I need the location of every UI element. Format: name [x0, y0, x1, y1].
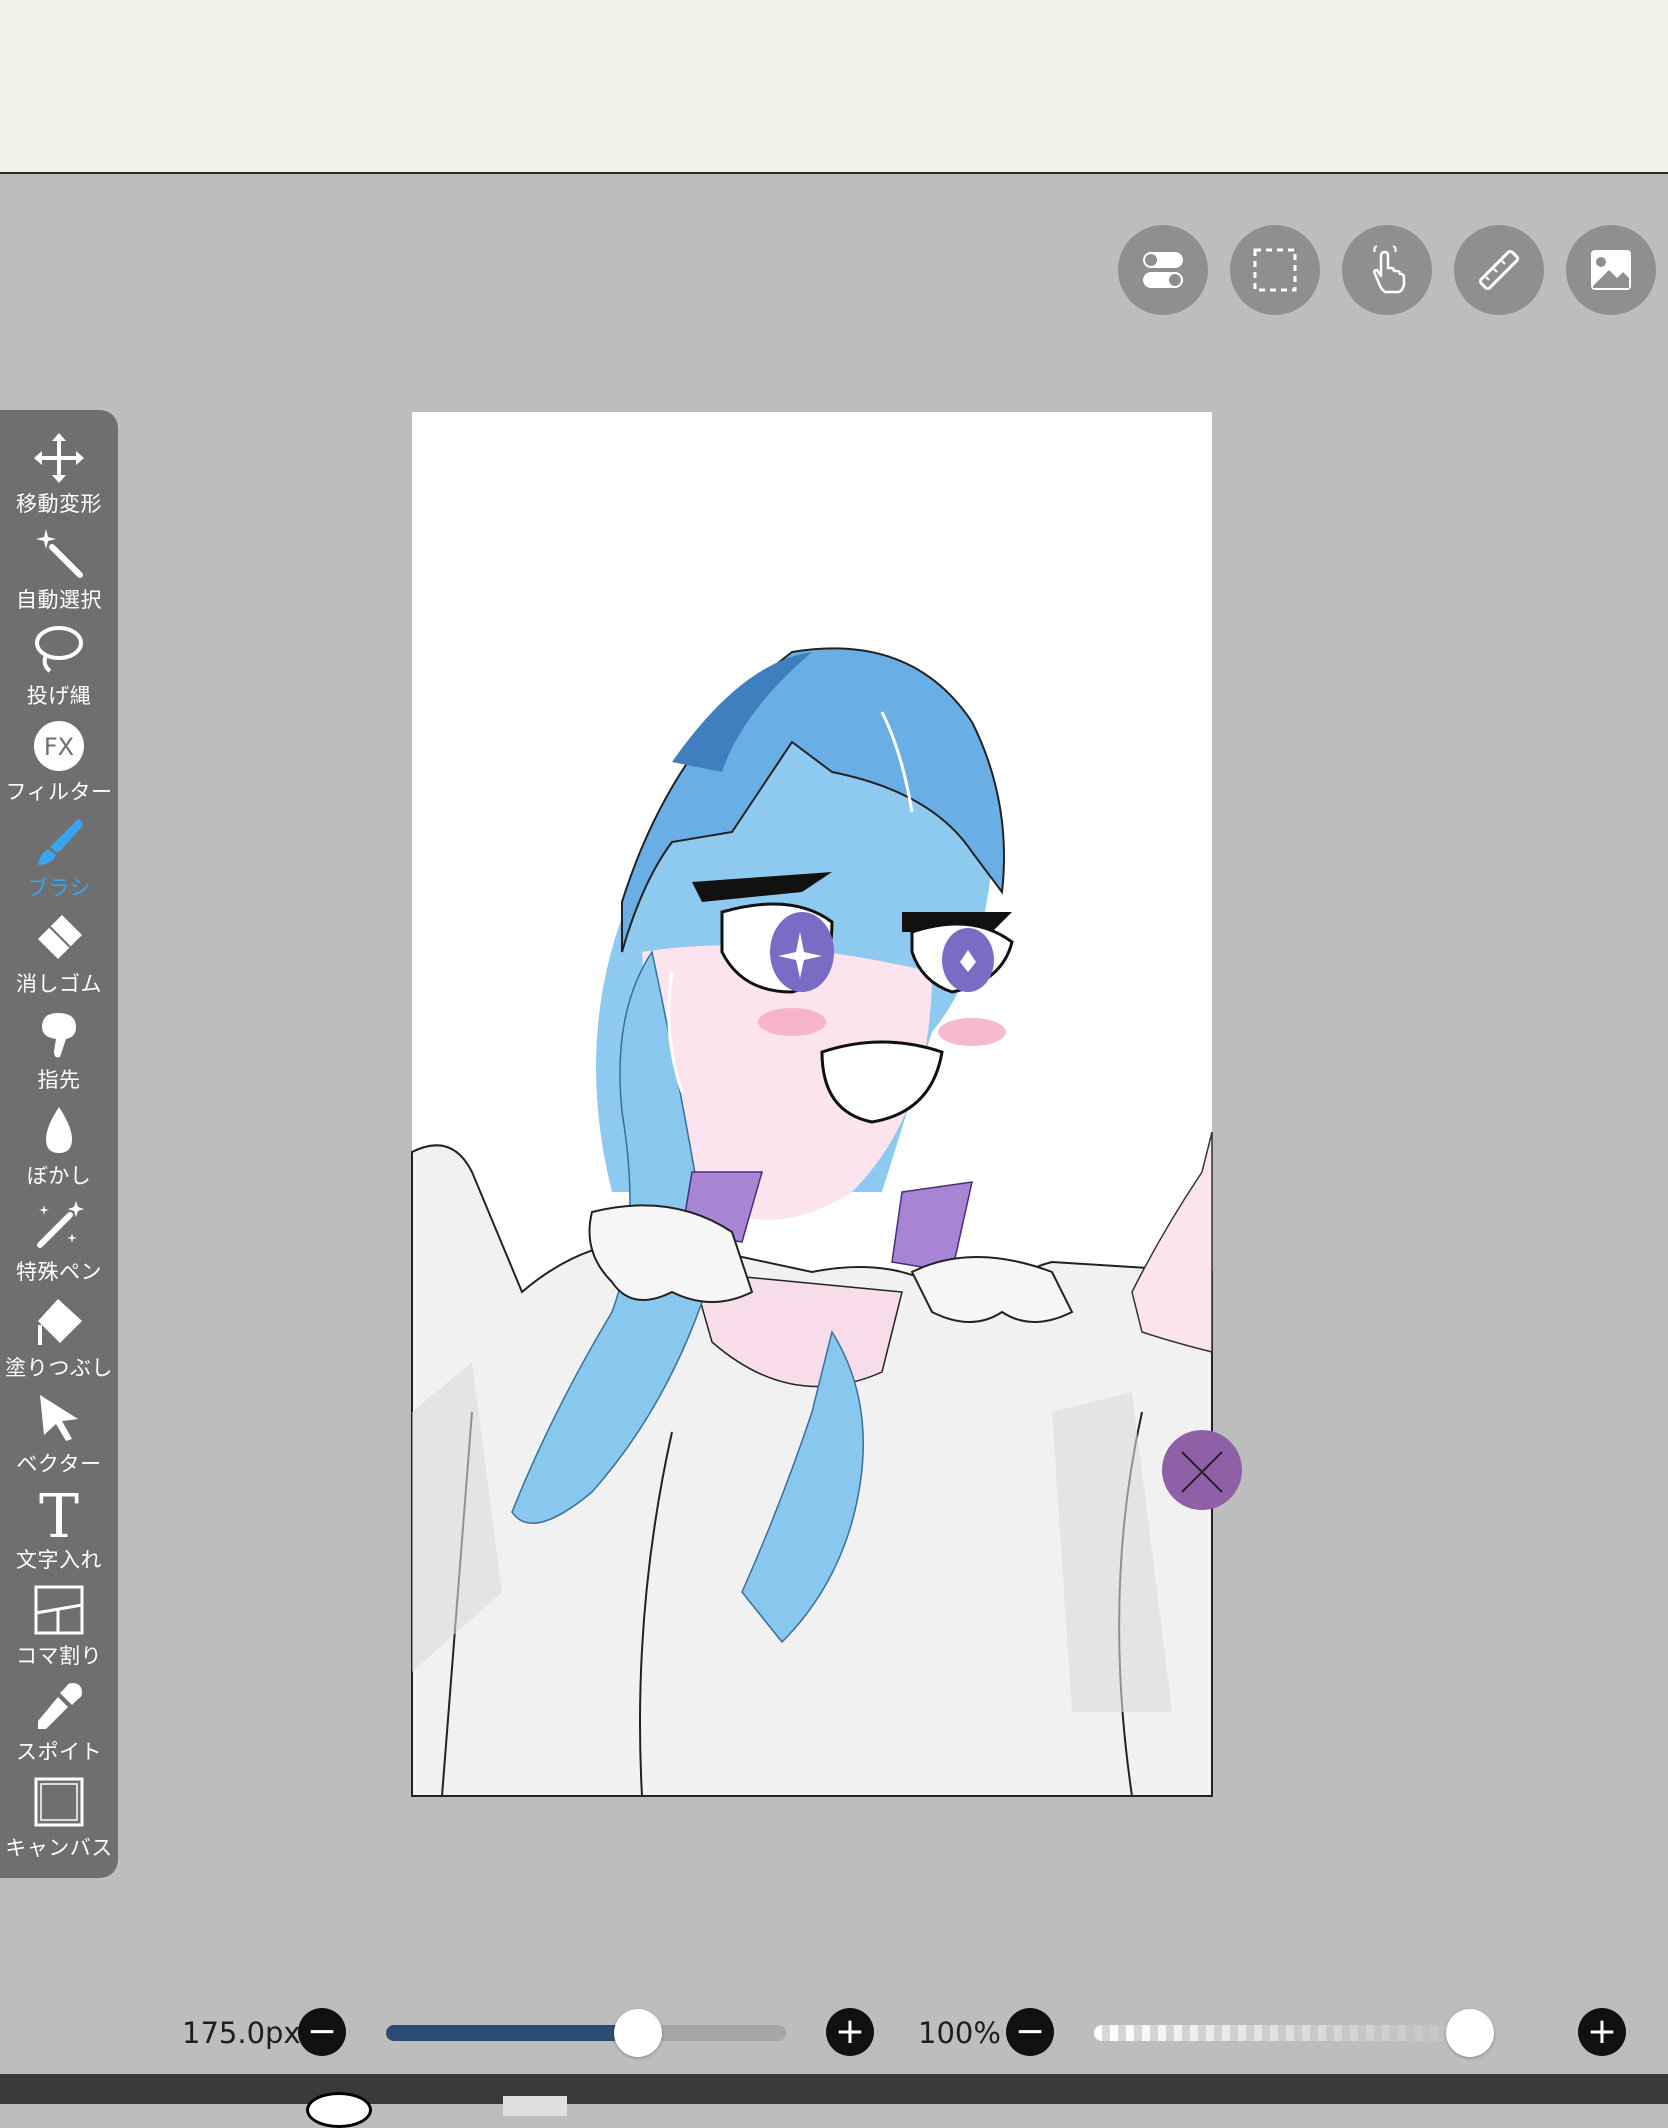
text-tool-glyph: T: [39, 1487, 79, 1541]
minus-icon: −: [306, 2011, 338, 2052]
tool-label: ベクター: [16, 1452, 102, 1476]
blur-drop-icon: [46, 1107, 72, 1153]
drawing-canvas[interactable]: [411, 412, 1242, 1797]
tool-fill[interactable]: 塗りつぶし: [0, 1294, 118, 1390]
selection-icon: [1253, 248, 1297, 292]
hand-gesture-icon: [1373, 245, 1406, 294]
ruler-button[interactable]: [1454, 225, 1544, 315]
tool-canvas[interactable]: キャンバス: [0, 1774, 118, 1870]
text-icon: T: [39, 1487, 79, 1541]
brush-size-decrease-button[interactable]: −: [298, 2008, 346, 2056]
tool-label: 特殊ペン: [16, 1260, 102, 1284]
move-transform-icon: [34, 433, 84, 483]
minus-icon: −: [1014, 2011, 1046, 2052]
lasso-icon: [35, 626, 83, 673]
top-bar: [0, 0, 1668, 174]
image-layer-button[interactable]: [1566, 225, 1656, 315]
tool-auto-select[interactable]: 自動選択: [0, 526, 118, 622]
fx-text: FX: [44, 733, 74, 761]
canvas-icon: [34, 1777, 84, 1827]
brush-opacity-label: 100%: [918, 2016, 1001, 2050]
bottom-toolbar: [0, 2074, 1668, 2104]
tool-label: ブラシ: [26, 876, 92, 900]
brush-opacity-decrease-button[interactable]: −: [1006, 2008, 1054, 2056]
fill-bucket-icon: [38, 1299, 82, 1345]
brush-size-slider-thumb[interactable]: [614, 2009, 662, 2057]
tool-label: 移動変形: [16, 492, 102, 516]
tool-move-transform[interactable]: 移動変形: [0, 430, 118, 526]
tool-label: キャンバス: [5, 1836, 113, 1860]
tool-label: コマ割り: [16, 1644, 102, 1668]
fx-filter-icon: FX: [34, 721, 84, 771]
tool-label: 自動選択: [16, 588, 102, 612]
tool-label: ぼかし: [26, 1164, 92, 1188]
tool-label: 文字入れ: [16, 1548, 102, 1572]
tool-label: 消しゴム: [16, 972, 102, 996]
brush-size-slider-fill: [386, 2025, 638, 2041]
tool-lasso[interactable]: 投げ縄: [0, 622, 118, 718]
toggle-settings-button[interactable]: [1118, 225, 1208, 315]
brush-size-increase-button[interactable]: +: [826, 2008, 874, 2056]
tool-special-pen[interactable]: 特殊ペン: [0, 1198, 118, 1294]
eraser-icon: [38, 915, 82, 959]
eyedropper-icon: [38, 1683, 82, 1729]
character-illustration: [411, 647, 1242, 1797]
brush-opacity-increase-button[interactable]: +: [1578, 2008, 1626, 2056]
hand-gesture-button[interactable]: [1342, 225, 1432, 315]
brush-size-slider[interactable]: [386, 2009, 786, 2057]
selection-button[interactable]: [1230, 225, 1320, 315]
brush-opacity-slider-thumb[interactable]: [1446, 2009, 1494, 2057]
ruler-icon: [1478, 249, 1520, 291]
magic-wand-icon: [36, 529, 83, 578]
brush-size-label: 175.0px: [182, 2016, 301, 2050]
tool-eraser[interactable]: 消しゴム: [0, 910, 118, 1006]
tool-label: フィルター: [5, 780, 113, 804]
tool-label: 指先: [37, 1068, 81, 1092]
toggle-settings-icon: [1143, 252, 1183, 288]
color-swatch[interactable]: [503, 2096, 567, 2116]
finger-smudge-icon: [42, 1013, 76, 1058]
brush-icon: [38, 819, 83, 865]
tool-label: 塗りつぶし: [5, 1356, 113, 1380]
tool-brush[interactable]: ブラシ: [0, 814, 118, 910]
special-pen-icon: [37, 1201, 84, 1248]
tool-label: スポイト: [16, 1740, 102, 1764]
tool-panel-divide[interactable]: コマ割り: [0, 1582, 118, 1678]
tool-finger[interactable]: 指先: [0, 1006, 118, 1102]
tool-vector[interactable]: ベクター: [0, 1390, 118, 1486]
panel-divide-icon: [34, 1585, 84, 1635]
brush-opacity-slider[interactable]: [1094, 2009, 1494, 2057]
image-layer-icon: [1591, 250, 1631, 290]
tool-blur[interactable]: ぼかし: [0, 1102, 118, 1198]
tool-text[interactable]: T 文字入れ: [0, 1486, 118, 1582]
plus-icon: +: [1586, 2011, 1618, 2052]
tool-palette: 移動変形 自動選択 投げ縄 FX フィルター ブラシ 消しゴム 指先 ぼかし 特…: [0, 410, 118, 1878]
tool-eyedropper[interactable]: スポイト: [0, 1678, 118, 1774]
tool-label: 投げ縄: [26, 684, 92, 708]
vector-arrow-icon: [40, 1395, 78, 1441]
brush-preview-circle[interactable]: [306, 2092, 372, 2128]
tool-filter[interactable]: FX フィルター: [0, 718, 118, 814]
plus-icon: +: [834, 2011, 866, 2052]
